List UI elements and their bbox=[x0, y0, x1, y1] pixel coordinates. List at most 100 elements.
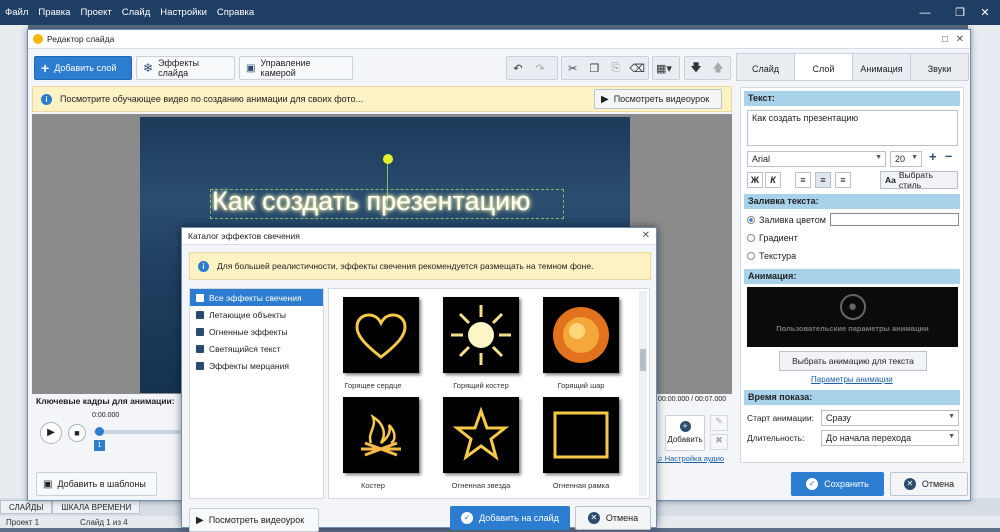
stop-icon[interactable]: ■ bbox=[68, 424, 86, 442]
category-item[interactable]: Все эффекты свечения bbox=[190, 289, 323, 306]
choose-style-button[interactable]: Aa Выбрать стиль bbox=[880, 170, 958, 190]
info-text: Посмотрите обучающее видео по созданию а… bbox=[60, 94, 363, 104]
category-item[interactable]: Светящийся текст bbox=[190, 340, 323, 357]
audio-settings-link[interactable]: ♫ Настройка аудио bbox=[657, 454, 724, 463]
category-item[interactable]: Летающие объекты bbox=[190, 306, 323, 323]
text-input[interactable]: Как создать презентацию bbox=[747, 110, 958, 146]
add-layer-button[interactable]: + Добавить слой bbox=[34, 56, 132, 80]
background-app-right bbox=[968, 25, 1000, 528]
add-to-slide-button[interactable]: ✓ Добавить на слайд bbox=[450, 506, 570, 530]
watch-video-label: Посмотреть видеоурок bbox=[613, 94, 710, 104]
keyframes-label: Ключевые кадры для анимации: bbox=[36, 396, 175, 406]
category-list: Все эффекты свечения Летающие объекты Ог… bbox=[189, 288, 324, 499]
close-icon: ✕ bbox=[903, 478, 916, 490]
scrollbar-thumb[interactable] bbox=[640, 349, 646, 371]
texture-label: Текстура bbox=[759, 251, 797, 261]
start-label: Старт анимации: bbox=[747, 413, 814, 423]
category-item[interactable]: Эффекты мерцания bbox=[190, 357, 323, 374]
glow-cancel-button[interactable]: ✕ Отмена bbox=[575, 506, 651, 530]
menu-help[interactable]: Справка bbox=[212, 7, 259, 18]
italic-button[interactable]: К bbox=[765, 172, 781, 188]
close-icon[interactable]: ✕ bbox=[970, 0, 1000, 25]
menu-project[interactable]: Проект bbox=[75, 7, 116, 18]
tab-sounds[interactable]: Звуки bbox=[910, 53, 969, 80]
tab-timeline[interactable]: ШКАЛА ВРЕМЕНИ bbox=[52, 500, 141, 514]
trash-icon[interactable]: ✖ bbox=[710, 434, 728, 450]
fill-color-radio[interactable]: Заливка цветом bbox=[747, 215, 826, 225]
rotation-handle[interactable] bbox=[383, 154, 393, 164]
keyframe-marker[interactable] bbox=[95, 427, 104, 436]
tab-slide[interactable]: Слайд bbox=[736, 53, 795, 80]
minimize-icon[interactable]: — bbox=[910, 0, 940, 25]
save-button[interactable]: ✓ Сохранить bbox=[791, 472, 884, 496]
align-menu-icon[interactable]: ▦▾ bbox=[653, 62, 675, 75]
font-select[interactable]: Arial ▼ bbox=[747, 151, 886, 167]
add-to-templates-button[interactable]: ▣ Добавить в шаблоны bbox=[36, 472, 157, 496]
radio-icon bbox=[747, 234, 755, 242]
tab-slides[interactable]: СЛАЙДЫ bbox=[0, 500, 53, 514]
glow-info-bar: i Для большей реалистичности, эффекты св… bbox=[189, 252, 651, 280]
delete-icon[interactable]: ⌫ bbox=[627, 62, 649, 75]
menu-edit[interactable]: Правка bbox=[33, 7, 75, 18]
menu-settings[interactable]: Настройки bbox=[155, 7, 212, 18]
category-item[interactable]: Огненные эффекты bbox=[190, 323, 323, 340]
font-size-select[interactable]: 20 ▼ bbox=[890, 151, 922, 167]
glow-dialog-titlebar: Каталог эффектов свечения ✕ bbox=[182, 228, 656, 245]
scrollbar-track[interactable] bbox=[639, 291, 647, 496]
effect-label: Горящий шар bbox=[557, 381, 605, 390]
app-menubar: Файл Правка Проект Слайд Настройки Справ… bbox=[0, 0, 1000, 25]
time-range: 00:00.000 / 00:07.000 bbox=[658, 396, 727, 403]
cancel-button[interactable]: ✕ Отмена bbox=[890, 472, 968, 496]
align-center-icon[interactable]: ≡ bbox=[815, 172, 831, 188]
increase-size-icon[interactable]: + bbox=[929, 149, 937, 164]
copy-icon[interactable]: ❐ bbox=[584, 62, 606, 75]
category-icon bbox=[196, 344, 204, 353]
camera-control-button[interactable]: ▣ Управление камерой bbox=[239, 56, 353, 80]
category-label: Летающие объекты bbox=[209, 309, 286, 320]
menu-slide[interactable]: Слайд bbox=[117, 7, 156, 18]
add-audio-button[interactable]: + Добавить bbox=[665, 415, 705, 451]
save-label: Сохранить bbox=[824, 479, 869, 489]
decrease-size-icon[interactable]: – bbox=[945, 148, 952, 163]
glow-watch-video-button[interactable]: ▶ Посмотреть видеоурок bbox=[189, 508, 319, 532]
choose-animation-button[interactable]: Выбрать анимацию для текста bbox=[779, 351, 927, 371]
keyframes-track[interactable] bbox=[94, 430, 180, 434]
align-right-icon[interactable]: ≡ bbox=[835, 172, 851, 188]
align-left-icon[interactable]: ≡ bbox=[795, 172, 811, 188]
slide-counter: Слайд 1 из 4 bbox=[80, 517, 128, 527]
glow-dialog-title: Каталог эффектов свечения bbox=[188, 231, 300, 241]
start-select[interactable]: Сразу ▼ bbox=[821, 410, 959, 426]
close-icon[interactable]: ✕ bbox=[642, 230, 650, 241]
maximize-icon[interactable]: □ bbox=[942, 34, 948, 45]
duration-select[interactable]: До начала перехода ▼ bbox=[821, 430, 959, 446]
slide-effects-button[interactable]: ❄ Эффекты слайда bbox=[136, 56, 235, 80]
edit-icon[interactable]: ✎ bbox=[710, 415, 728, 431]
effects-grid: Горящее сердце Горящий костер Горящий ша… bbox=[328, 288, 650, 499]
effect-thumb-burning-bonfire[interactable] bbox=[443, 297, 519, 373]
texture-radio[interactable]: Текстура bbox=[747, 251, 796, 261]
tab-layer[interactable]: Слой bbox=[794, 53, 853, 80]
play-icon[interactable]: ▶ bbox=[40, 422, 62, 444]
effect-thumb-burning-heart[interactable] bbox=[343, 297, 419, 373]
close-icon[interactable]: ✕ bbox=[956, 34, 964, 45]
tab-animation[interactable]: Анимация bbox=[852, 53, 911, 80]
effect-thumb-burning-ball[interactable] bbox=[543, 297, 619, 373]
layer-order-group: 🡇 🡅 bbox=[684, 56, 731, 80]
move-up-icon[interactable]: 🡅 bbox=[707, 59, 729, 78]
effect-thumb-bonfire[interactable] bbox=[343, 397, 419, 473]
effect-thumb-fire-star[interactable] bbox=[443, 397, 519, 473]
move-down-icon[interactable]: 🡇 bbox=[685, 59, 707, 78]
category-label: Эффекты мерцания bbox=[209, 360, 289, 371]
paste-icon[interactable]: ⎘ bbox=[605, 62, 627, 75]
effect-thumb-fire-frame[interactable] bbox=[543, 397, 619, 473]
slide-text-layer[interactable]: Как создать презентацию bbox=[212, 186, 530, 217]
bold-button[interactable]: Ж bbox=[747, 172, 763, 188]
cut-icon[interactable]: ✂ bbox=[562, 62, 584, 75]
watch-video-button[interactable]: ▶ Посмотреть видеоурок bbox=[594, 89, 722, 109]
gradient-radio[interactable]: Градиент bbox=[747, 233, 798, 243]
color-swatch[interactable] bbox=[830, 213, 959, 226]
menu-file[interactable]: Файл bbox=[0, 7, 33, 18]
redo-icon[interactable]: ↷ bbox=[529, 62, 551, 75]
animation-params-link[interactable]: Параметры анимации bbox=[811, 375, 893, 384]
undo-icon[interactable]: ↶ bbox=[507, 62, 529, 75]
